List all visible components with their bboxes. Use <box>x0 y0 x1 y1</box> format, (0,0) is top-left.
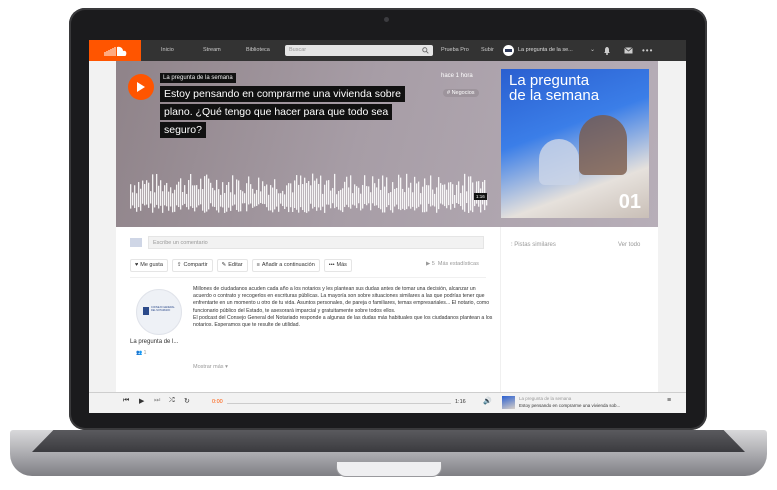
user-menu-name[interactable]: La pregunta de la se... <box>518 40 573 61</box>
track-artwork: La pregunta de la semana 01 <box>501 69 649 218</box>
action-bar: ♥ Me gusta ⇪ Compartir ✎ Editar ≡ Añadir a c… <box>130 259 352 272</box>
webcam <box>384 17 389 22</box>
upload-time: hace 1 hora <box>441 73 473 79</box>
current-time: 0:00 <box>212 399 223 405</box>
waveform-duration: 1:16 <box>474 193 487 200</box>
notary-logo-icon <box>143 307 149 315</box>
edit-label: Editar <box>228 262 243 268</box>
show-more-link[interactable]: Mostrar más ▾ <box>193 364 228 370</box>
show-more-label: Mostrar más <box>193 364 224 370</box>
divider <box>130 277 486 278</box>
like-button[interactable]: ♥ Me gusta <box>130 259 168 272</box>
add-next-button[interactable]: ≡ Añadir a continuación <box>251 259 320 272</box>
track-hero: La pregunta de la semana Estoy pensando … <box>116 61 658 227</box>
artwork-number: 01 <box>618 191 641 213</box>
nav-home[interactable]: Inicio <box>161 40 174 61</box>
genre-tag[interactable]: # Negocios <box>443 89 479 97</box>
queue-icon[interactable]: ≡ <box>667 397 671 404</box>
play-button[interactable] <box>128 74 154 100</box>
now-playing-artist[interactable]: La pregunta de la semana <box>519 396 571 401</box>
trackpad-notch <box>336 462 442 477</box>
mail-icon[interactable] <box>624 47 633 54</box>
cloud-icon <box>104 46 127 56</box>
waveform[interactable] <box>130 173 488 217</box>
follower-count[interactable]: 👥 1 <box>136 350 146 356</box>
play-count-icon: ▶ <box>426 261 431 267</box>
comment-input[interactable]: Escribe un comentario <box>148 236 484 249</box>
next-icon[interactable]: ⏭ <box>154 397 160 405</box>
progress-bar[interactable] <box>227 403 451 404</box>
more-button[interactable]: ••• Más <box>323 259 352 272</box>
track-details: Escribe un comentario ♥ Me gusta ⇪ Compart… <box>116 227 658 392</box>
commenter-avatar <box>130 238 142 247</box>
edit-button[interactable]: ✎ Editar <box>216 259 248 272</box>
more-dots-icon: ••• <box>328 262 335 268</box>
share-icon: ⇪ <box>176 262 182 268</box>
comment-row: Escribe un comentario <box>130 236 486 249</box>
screen: Inicio Stream Biblioteca Buscar Prueba P… <box>89 40 686 413</box>
top-nav: Inicio Stream Biblioteca Buscar Prueba P… <box>89 40 686 61</box>
track-description: Millones de ciudadanos acuden cada año a… <box>193 286 493 329</box>
track-title-line-2: plano. ¿Qué tengo que hacer para que tod… <box>160 104 393 120</box>
share-button[interactable]: ⇪ Compartir <box>171 259 213 272</box>
more-icon[interactable]: ••• <box>642 40 653 61</box>
notary-logo-text: CONSEJO GENERAL DEL NOTARIADO <box>151 306 175 312</box>
user-avatar-icon[interactable] <box>503 45 514 56</box>
play-icon <box>137 82 145 92</box>
chevron-down-icon[interactable]: ⌄ <box>590 40 595 61</box>
follower-count-value: 1 <box>143 350 147 356</box>
soundcloud-logo[interactable] <box>89 40 141 61</box>
keyboard-deck <box>32 430 745 452</box>
nav-try-pro[interactable]: Prueba Pro <box>441 40 469 61</box>
play-count: 5 <box>431 261 435 267</box>
followers-icon: 👥 <box>136 350 143 356</box>
play-icon[interactable]: ▶ <box>139 397 144 405</box>
add-next-label: Añadir a continuación <box>261 262 315 268</box>
search-placeholder: Buscar <box>289 47 307 53</box>
now-playing-artwork[interactable] <box>502 396 515 409</box>
queue-icon: ≡ <box>256 262 260 268</box>
volume-icon[interactable]: 🔊 <box>483 397 492 405</box>
player-bar: ⏮ ▶ ⏭ ⤮ ↻ 0:00 1:16 🔊 La pregunta de la … <box>89 392 686 413</box>
heart-icon: ♥ <box>135 262 139 268</box>
artwork-person <box>539 139 579 185</box>
repeat-icon[interactable]: ↻ <box>184 397 190 405</box>
search-icon[interactable] <box>422 47 429 54</box>
previous-icon[interactable]: ⏮ <box>123 397 129 405</box>
bell-icon[interactable] <box>603 46 611 55</box>
chevron-down-icon: ▾ <box>225 364 228 370</box>
related-tracks-heading: ⫶ Pistas similares <box>511 242 556 249</box>
like-label: Me gusta <box>140 262 163 268</box>
track-artist[interactable]: La pregunta de la semana <box>160 73 236 83</box>
duration-time: 1:16 <box>455 399 466 405</box>
artwork-title: La pregunta de la semana <box>509 72 600 104</box>
track-title-line-1: Estoy pensando en comprarme una vivienda… <box>160 86 405 102</box>
search-input[interactable]: Buscar <box>285 45 433 56</box>
now-playing-title[interactable]: Estoy pensando en comprarme una vivienda… <box>519 403 620 408</box>
more-label: Más <box>336 262 347 268</box>
pencil-icon: ✎ <box>221 262 227 268</box>
shuffle-icon[interactable]: ⤮ <box>169 397 175 405</box>
stats: ▶ 5 Más estadísticas <box>426 261 479 267</box>
waveform-icon: ⫶ <box>511 242 513 248</box>
nav-stream[interactable]: Stream <box>203 40 221 61</box>
more-stats-link[interactable]: Más estadísticas <box>438 261 479 267</box>
related-tracks-label: Pistas similares <box>514 242 556 248</box>
sidebar-divider <box>500 227 501 392</box>
nav-library[interactable]: Biblioteca <box>246 40 270 61</box>
share-label: Compartir <box>183 262 208 268</box>
nav-upload[interactable]: Subir <box>481 40 494 61</box>
artwork-person <box>579 115 627 175</box>
view-all-link[interactable]: Ver todo <box>618 242 640 248</box>
uploader-name[interactable]: La pregunta de l... <box>130 339 178 345</box>
track-title-line-3: seguro? <box>160 122 206 138</box>
uploader-avatar[interactable]: CONSEJO GENERAL DEL NOTARIADO <box>136 289 182 335</box>
